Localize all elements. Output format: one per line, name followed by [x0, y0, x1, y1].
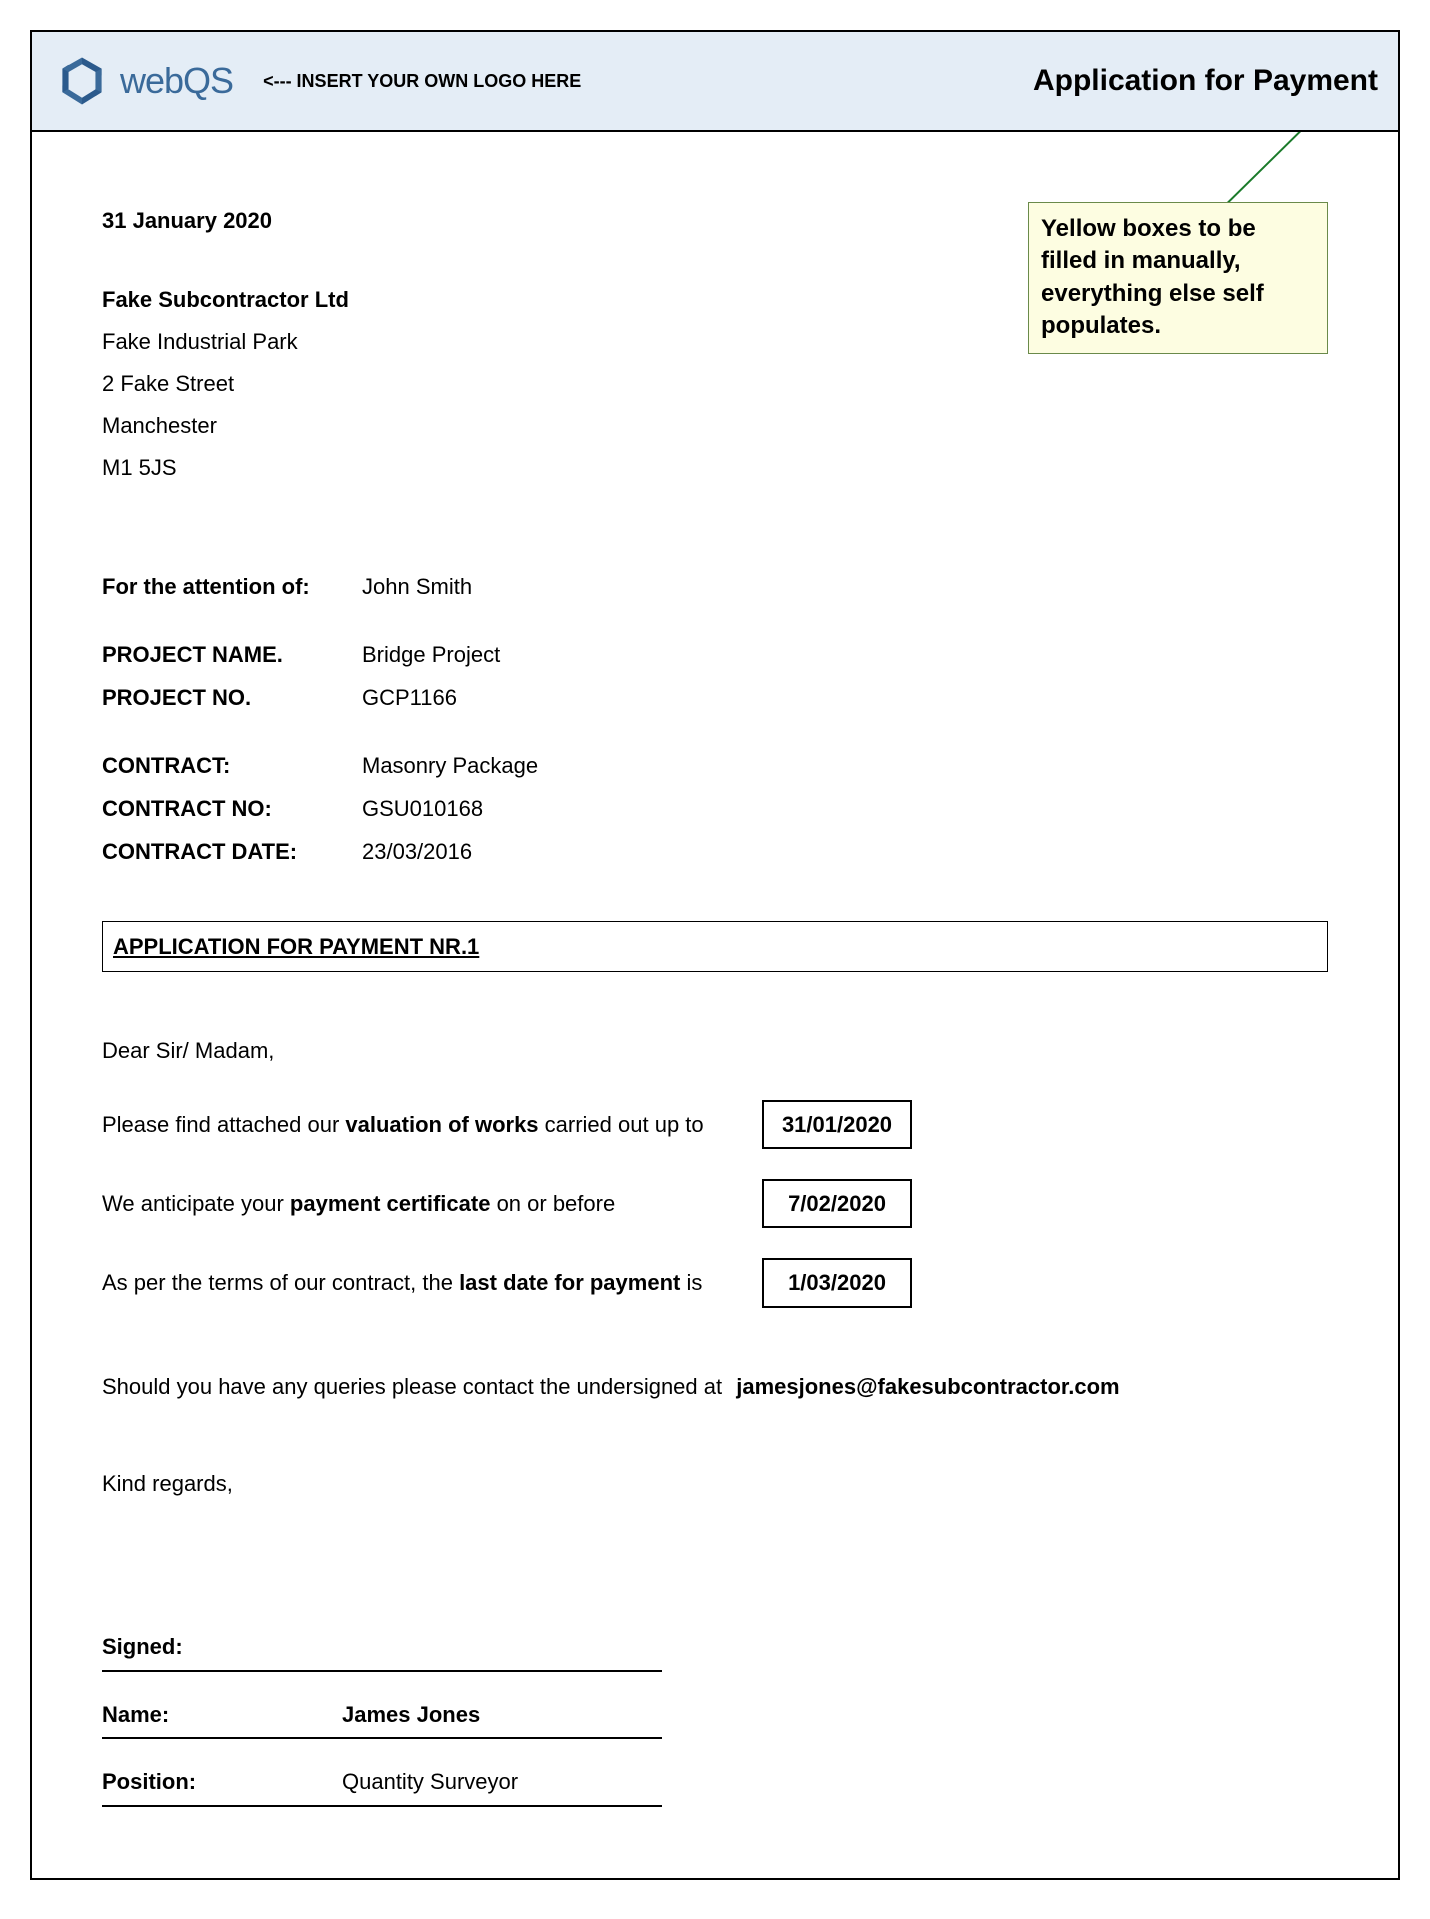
- logo-hint: <--- INSERT YOUR OWN LOGO HERE: [263, 71, 581, 92]
- logo-text: webQS: [120, 60, 233, 102]
- contract-no-value: GSU010168: [362, 790, 1328, 827]
- valuation-line: Please find attached our valuation of wo…: [102, 1100, 1328, 1149]
- address-postcode: M1 5JS: [102, 447, 1328, 489]
- position-row: Position: Quantity Surveyor: [102, 1757, 662, 1806]
- contact-line: Should you have any queries please conta…: [102, 1368, 1328, 1405]
- document-body: Yellow boxes to be filled in manually, e…: [32, 132, 1398, 1847]
- last-payment-date-field[interactable]: 1/03/2020: [762, 1258, 912, 1307]
- project-no-label: PROJECT NO.: [102, 679, 362, 716]
- certificate-date-field[interactable]: 7/02/2020: [762, 1179, 912, 1228]
- name-value: James Jones: [342, 1696, 662, 1733]
- closing: Kind regards,: [102, 1465, 1328, 1502]
- valuation-date-field[interactable]: 31/01/2020: [762, 1100, 912, 1149]
- section-title-text: APPLICATION FOR PAYMENT NR.1: [113, 934, 479, 959]
- contact-email: jamesjones@fakesubcontractor.com: [736, 1374, 1119, 1399]
- position-label: Position:: [102, 1763, 342, 1800]
- section-title: APPLICATION FOR PAYMENT NR.1: [102, 921, 1328, 972]
- attention-value: John Smith: [362, 568, 1328, 605]
- signed-label: Signed:: [102, 1628, 342, 1665]
- page-title: Application for Payment: [1033, 64, 1378, 98]
- contract-date-value: 23/03/2016: [362, 833, 1328, 870]
- project-info: For the attention of: John Smith PROJECT…: [102, 568, 1328, 870]
- signed-row: Signed:: [102, 1622, 662, 1671]
- document-page: webQS <--- INSERT YOUR OWN LOGO HERE App…: [30, 30, 1400, 1880]
- last-payment-text: As per the terms of our contract, the la…: [102, 1264, 742, 1301]
- address-line: 2 Fake Street: [102, 363, 1328, 405]
- salutation: Dear Sir/ Madam,: [102, 1032, 1328, 1069]
- address-city: Manchester: [102, 405, 1328, 447]
- logo-icon: [52, 51, 112, 111]
- signature-block: Signed: Name: James Jones Position: Quan…: [102, 1622, 662, 1806]
- contract-no-label: CONTRACT NO:: [102, 790, 362, 827]
- contract-value: Masonry Package: [362, 747, 1328, 784]
- logo: webQS: [52, 51, 233, 111]
- contract-label: CONTRACT:: [102, 747, 362, 784]
- name-row: Name: James Jones: [102, 1690, 662, 1739]
- header-bar: webQS <--- INSERT YOUR OWN LOGO HERE App…: [32, 32, 1398, 132]
- project-name-label: PROJECT NAME.: [102, 636, 362, 673]
- attention-label: For the attention of:: [102, 568, 362, 605]
- project-no-value: GCP1166: [362, 679, 1328, 716]
- position-value: Quantity Surveyor: [342, 1763, 662, 1800]
- contract-date-label: CONTRACT DATE:: [102, 833, 362, 870]
- contact-text: Should you have any queries please conta…: [102, 1374, 722, 1399]
- name-label: Name:: [102, 1696, 342, 1733]
- valuation-text: Please find attached our valuation of wo…: [102, 1106, 742, 1143]
- certificate-text: We anticipate your payment certificate o…: [102, 1185, 742, 1222]
- last-payment-line: As per the terms of our contract, the la…: [102, 1258, 1328, 1307]
- certificate-line: We anticipate your payment certificate o…: [102, 1179, 1328, 1228]
- project-name-value: Bridge Project: [362, 636, 1328, 673]
- annotation-note: Yellow boxes to be filled in manually, e…: [1028, 202, 1328, 354]
